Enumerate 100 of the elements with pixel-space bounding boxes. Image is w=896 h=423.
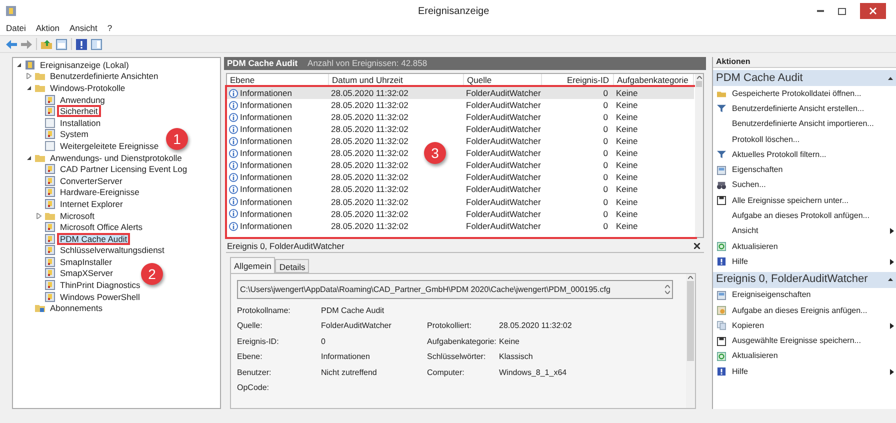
info-icon [229, 209, 238, 218]
expand-arrow-icon[interactable] [36, 212, 42, 219]
collapse-arrow-icon[interactable] [26, 154, 32, 161]
collapse-icon[interactable] [888, 278, 893, 282]
up-folder-icon[interactable] [41, 38, 52, 50]
property-label: Aufgabenkategorie: [427, 336, 498, 348]
table-cell: Keine [616, 98, 638, 112]
table-cell: 28.05.2020 11:32:02 [331, 86, 408, 100]
tree-item[interactable]: System [58, 129, 90, 140]
action-item[interactable]: Benutzerdefinierte Ansicht importieren... [713, 116, 896, 132]
action-item[interactable]: Protokoll löschen... [713, 132, 896, 148]
tab[interactable]: Allgemein [230, 257, 276, 273]
action-item[interactable]: Ausgewählte Ereignisse speichern... [713, 333, 896, 349]
action-item[interactable]: Hilfe [713, 254, 896, 270]
close-button[interactable] [860, 3, 886, 19]
action-item[interactable]: Hilfe [713, 364, 896, 380]
scroll-thumb[interactable] [687, 281, 694, 361]
column-header[interactable]: Ereignis-ID [542, 74, 614, 86]
spin-arrows-icon[interactable] [665, 285, 670, 294]
column-header[interactable]: Datum und Uhrzeit [329, 74, 464, 86]
scroll-thumb[interactable] [696, 81, 702, 87]
section-header[interactable]: PDM Cache Audit [713, 70, 896, 86]
action-item[interactable]: Ansicht [713, 224, 896, 239]
action-item[interactable]: Gespeicherte Protokolldatei öffnen... [713, 86, 896, 102]
property-value: Informationen [321, 351, 370, 363]
table-cell-text: 0 [603, 110, 609, 124]
save-icon [717, 196, 726, 206]
table-cell: 28.05.2020 11:32:02 [331, 196, 408, 208]
table-cell: Keine [616, 110, 638, 124]
collapse-icon[interactable] [888, 76, 893, 80]
tree-item[interactable]: ConverterServer [58, 176, 124, 186]
tree-item[interactable]: Hardware-Ereignisse [58, 187, 142, 198]
tree-item[interactable]: SmapXServer [58, 268, 115, 278]
action-item[interactable]: Suchen... [713, 178, 896, 194]
expand-arrow-icon[interactable] [26, 73, 32, 80]
action-item[interactable]: Kopieren [713, 318, 896, 334]
tree-item[interactable]: Anwendung [58, 94, 107, 105]
tree-item[interactable]: Weitergeleitete Ereignisse [58, 140, 161, 151]
tree-item[interactable]: Microsoft Office Alerts [58, 222, 145, 232]
tree-item[interactable]: Anwendungs- und Dienstprotokolle [48, 152, 184, 163]
tree-item[interactable]: Ereignisanzeige (Lokal) [38, 60, 131, 70]
subscription-icon [35, 303, 45, 314]
column-header[interactable]: Quelle [464, 74, 542, 86]
log-title: PDM Cache Audit [227, 57, 298, 70]
property-label: Ereignis-ID: [237, 336, 280, 348]
collapse-arrow-icon[interactable] [16, 62, 22, 68]
refresh-icon [717, 352, 726, 361]
forward-arrow-icon[interactable] [21, 40, 32, 48]
tree-item[interactable]: ThinPrint Diagnostics [58, 280, 142, 290]
tree-item[interactable]: PDM Cache Audit [58, 234, 130, 244]
message-field[interactable]: C:\Users\jwengert\AppData\Roaming\CAD_Partner_GmbH\PDM 2020\Cache\jwengert\PDM_000195.cfg [237, 280, 673, 299]
action-pane-icon[interactable] [91, 38, 102, 50]
table-cell: FolderAuditWatcher [466, 183, 541, 196]
action-item[interactable]: Benutzerdefinierte Ansicht erstellen... [713, 101, 896, 117]
action-item[interactable]: Eigenschaften [713, 162, 896, 178]
tab[interactable]: Details [275, 259, 310, 273]
tree-item[interactable]: Windows PowerShell [58, 292, 142, 302]
tree-item[interactable]: CAD Partner Licensing Event Log [58, 164, 190, 174]
info-icon [229, 88, 238, 98]
tree-item[interactable]: Installation [58, 118, 103, 128]
property-value: 0 [321, 336, 326, 348]
tree-item[interactable]: Internet Explorer [58, 198, 125, 209]
action-item[interactable]: Aufgabe an dieses Protokoll anfügen... [713, 208, 896, 224]
collapse-arrow-icon[interactable] [26, 84, 32, 91]
tree-item[interactable]: Sicherheit [58, 106, 100, 116]
action-item[interactable]: Aktualisieren [713, 238, 896, 254]
menu-item[interactable]: Aktion [36, 22, 60, 35]
help-icon[interactable] [76, 38, 87, 50]
column-header[interactable]: Ebene [227, 74, 329, 86]
scrollbar[interactable] [686, 274, 695, 408]
tree-item[interactable]: Windows-Protokolle [48, 82, 128, 93]
property-value: 28.05.2020 11:32:02 [499, 320, 572, 332]
action-item[interactable]: Alle Ereignisse speichern unter... [713, 193, 896, 208]
tree-item[interactable]: Microsoft [58, 210, 96, 221]
scroll-up-icon[interactable] [696, 76, 702, 79]
menu-item[interactable]: Datei [6, 22, 26, 35]
maximize-button[interactable] [838, 8, 846, 14]
action-item[interactable]: Aktualisieren [713, 348, 896, 364]
scroll-up-icon[interactable] [688, 276, 693, 279]
scrollbar[interactable] [695, 74, 703, 237]
folder-icon [45, 210, 55, 221]
section-header[interactable]: Ereignis 0, FolderAuditWatcher [713, 272, 896, 288]
menu-item[interactable]: Ansicht [69, 22, 98, 35]
table-cell-text: 0 [603, 147, 609, 160]
menu-item[interactable]: ? [107, 22, 112, 35]
action-item[interactable]: Aktuelles Protokoll filtern... [713, 147, 896, 162]
column-header[interactable]: Aufgabenkategorie [614, 74, 694, 86]
log-icon [45, 256, 55, 267]
back-arrow-icon[interactable] [6, 40, 17, 48]
tree-item[interactable]: SmapInstaller [58, 256, 114, 267]
action-item[interactable]: Aufgabe an dieses Ereignis anfügen... [713, 302, 896, 318]
tree-item[interactable]: Schlüsselverwaltungsdienst [58, 245, 166, 256]
log-icon [45, 94, 55, 105]
property-label: Computer: [427, 366, 466, 378]
tree-item[interactable]: Abonnements [48, 303, 104, 314]
action-item[interactable]: Ereigniseigenschaften [713, 288, 896, 303]
tree-item[interactable]: Benutzerdefinierte Ansichten [48, 71, 160, 82]
console-tree-icon[interactable] [56, 38, 67, 50]
window-title: Ereignisanzeige [418, 4, 490, 18]
close-icon[interactable] [694, 243, 700, 249]
